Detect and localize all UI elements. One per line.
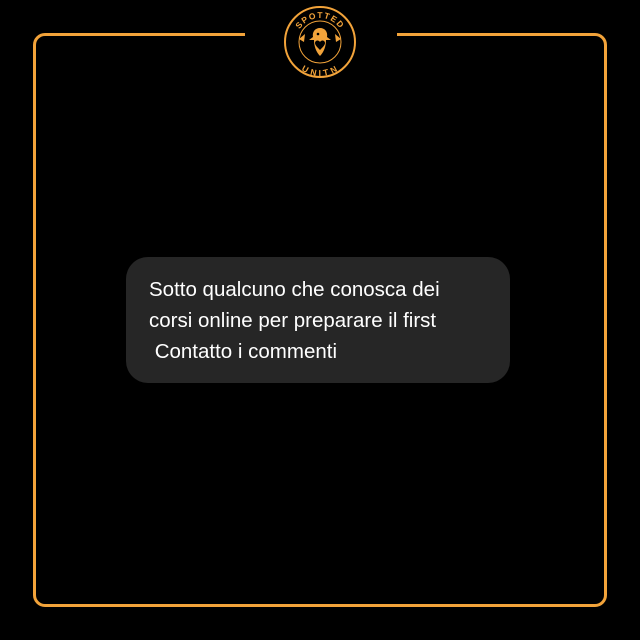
spotted-unitn-logo: SPOTTED UNITN bbox=[284, 6, 356, 78]
message-line-2: corsi online per preparare il first bbox=[149, 309, 437, 332]
message-line-1: Sotto qualcuno che conosca dei bbox=[149, 278, 440, 301]
message-line-3: Contatto i commenti bbox=[149, 340, 337, 363]
message-bubble: Sotto qualcuno che conosca dei corsi onl… bbox=[126, 257, 510, 383]
